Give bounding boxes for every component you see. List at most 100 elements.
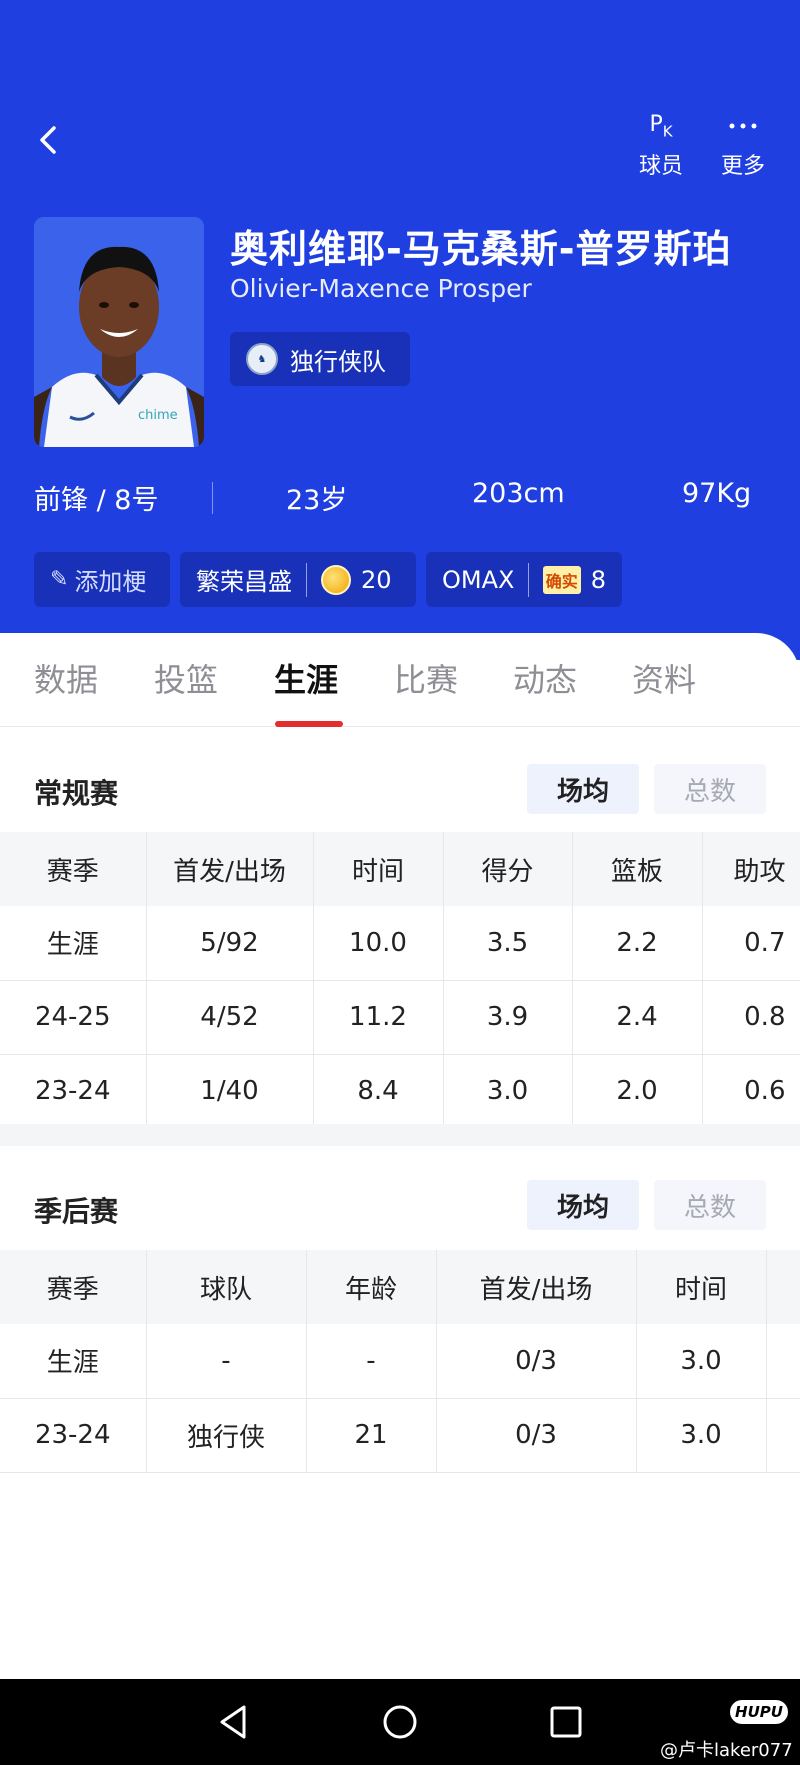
- regular-season-title: 常规赛: [34, 777, 119, 810]
- tab-career[interactable]: 生涯: [274, 655, 338, 701]
- section-divider: [0, 1124, 800, 1146]
- chevron-left-icon: [40, 126, 56, 154]
- table-cell: 8.4: [313, 1054, 444, 1129]
- table-cell: -: [146, 1324, 307, 1399]
- table-cell: 4/52: [146, 980, 314, 1055]
- table-cell: 3.0: [636, 1398, 767, 1473]
- table-cell: 5/92: [146, 906, 314, 981]
- total-toggle[interactable]: 总数: [654, 764, 766, 814]
- player-info-row: 前锋 / 8号 23岁 203cm 97Kg: [0, 474, 800, 518]
- active-tab-indicator: [275, 721, 343, 727]
- player-height: 203cm: [472, 478, 565, 509]
- table-cell: 0/3: [436, 1398, 637, 1473]
- table-cell: 0.8: [702, 980, 800, 1055]
- table-cell: 11.2: [313, 980, 444, 1055]
- avg-toggle[interactable]: 场均: [527, 1180, 639, 1230]
- player-header: PK 球员 更多 chime 奥利维耶-马克桑斯-普罗斯珀 Olivier-Ma…: [0, 0, 800, 660]
- table-cell: 1/40: [146, 1054, 314, 1129]
- tab-feed[interactable]: 动态: [513, 655, 577, 701]
- column-header: 赛季: [0, 1250, 147, 1324]
- add-nickname-label: 添加梗: [74, 568, 147, 596]
- tab-games[interactable]: 比赛: [394, 655, 458, 701]
- regular-season-table: 赛季 首发/出场 时间 得分 篮板 助攻 生涯 5/92 10.0 3.5 2.…: [0, 832, 800, 1129]
- nickname-label: 繁荣昌盛: [196, 568, 292, 596]
- more-label: 更多: [720, 154, 765, 179]
- table-cell: 21: [306, 1398, 437, 1473]
- table-header-row: 赛季 首发/出场 时间 得分 篮板 助攻: [0, 832, 800, 906]
- pencil-icon: ✎: [50, 567, 69, 592]
- team-chip[interactable]: ♞ 独行侠队: [230, 332, 410, 386]
- table-cell: 23-24: [0, 1054, 147, 1129]
- tab-shooting[interactable]: 投篮: [154, 655, 218, 701]
- avg-toggle[interactable]: 场均: [527, 764, 639, 814]
- player-weight: 97Kg: [682, 478, 752, 509]
- column-header: 年龄: [306, 1250, 437, 1324]
- nav-back-icon[interactable]: [212, 1701, 254, 1743]
- table-header-row: 赛季 球队 年龄 首发/出场 时间: [0, 1250, 800, 1324]
- column-header: 赛季: [0, 832, 147, 906]
- player-name-cn: 奥利维耶-马克桑斯-普罗斯珀: [230, 227, 732, 271]
- table-cell: 3.5: [443, 906, 573, 981]
- more-icon: [708, 108, 778, 144]
- column-header: 时间: [313, 832, 444, 906]
- table-cell: [766, 1398, 800, 1473]
- nav-home-icon[interactable]: [379, 1701, 421, 1743]
- position-number: 前锋 / 8号: [34, 485, 159, 516]
- table-cell: [766, 1324, 800, 1399]
- column-header: 助攻: [702, 832, 800, 906]
- table-row[interactable]: 23-24 独行侠 21 0/3 3.0: [0, 1398, 800, 1473]
- nickname-count: 8: [590, 565, 606, 594]
- tab-profile[interactable]: 资料: [632, 655, 696, 701]
- playoffs-title: 季后赛: [34, 1195, 119, 1228]
- tab-bar: 数据 投篮 生涯 比赛 动态 资料: [0, 633, 800, 727]
- pk-player-button[interactable]: PK 球员: [626, 108, 696, 180]
- column-header: 首发/出场: [436, 1250, 637, 1324]
- pk-icon: PK: [649, 111, 673, 141]
- tab-data[interactable]: 数据: [34, 655, 98, 701]
- hupu-watermark-logo: HUPU: [730, 1700, 788, 1724]
- table-cell: 生涯: [0, 906, 147, 981]
- nickname-tag-omax[interactable]: OMAX 确实 8: [426, 552, 622, 607]
- table-row[interactable]: 生涯 5/92 10.0 3.5 2.2 0.7: [0, 906, 800, 981]
- verify-badge: 确实: [542, 565, 581, 594]
- team-name: 独行侠队: [290, 347, 386, 376]
- basketball-emoji-icon: [321, 564, 351, 595]
- nav-recents-icon[interactable]: [545, 1701, 587, 1743]
- player-avatar: chime: [34, 217, 204, 447]
- table-cell: 独行侠: [146, 1398, 307, 1473]
- table-cell: 2.2: [572, 906, 703, 981]
- more-button[interactable]: 更多: [708, 108, 778, 180]
- column-header: 球队: [146, 1250, 307, 1324]
- table-row[interactable]: 生涯 - - 0/3 3.0: [0, 1324, 800, 1399]
- column-header: 篮板: [572, 832, 703, 906]
- table-cell: 3.0: [636, 1324, 767, 1399]
- table-cell: 2.4: [572, 980, 703, 1055]
- team-logo-icon: ♞: [246, 343, 278, 375]
- table-cell: 10.0: [313, 906, 444, 981]
- table-cell: 3.0: [443, 1054, 573, 1129]
- table-cell: 3.9: [443, 980, 573, 1055]
- table-row[interactable]: 23-24 1/40 8.4 3.0 2.0 0.6: [0, 1054, 800, 1129]
- nickname-count: 20: [361, 565, 392, 594]
- table-cell: 24-25: [0, 980, 147, 1055]
- table-cell: 生涯: [0, 1324, 147, 1399]
- watermark-text: @卢卡laker077: [660, 1740, 793, 1761]
- table-cell: -: [306, 1324, 437, 1399]
- add-nickname-button[interactable]: ✎ 添加梗: [34, 552, 170, 607]
- column-header: 首发/出场: [146, 832, 314, 906]
- table-cell: 0/3: [436, 1324, 637, 1399]
- player-name-en: Olivier-Maxence Prosper: [230, 274, 532, 303]
- table-row[interactable]: 24-25 4/52 11.2 3.9 2.4 0.8: [0, 980, 800, 1055]
- nickname-label: OMAX: [442, 565, 515, 594]
- table-cell: 23-24: [0, 1398, 147, 1473]
- column-header: 得分: [443, 832, 573, 906]
- column-header: [766, 1250, 800, 1324]
- total-toggle[interactable]: 总数: [654, 1180, 766, 1230]
- playoffs-table: 赛季 球队 年龄 首发/出场 时间 生涯 - - 0/3 3.0 23-24 独…: [0, 1250, 800, 1473]
- table-cell: 2.0: [572, 1054, 703, 1129]
- nickname-tag-fanrong[interactable]: 繁荣昌盛 20: [180, 552, 416, 607]
- back-button[interactable]: [34, 120, 64, 160]
- table-cell: 0.7: [702, 906, 800, 981]
- pk-label: 球员: [638, 154, 683, 179]
- player-age: 23岁: [286, 485, 348, 516]
